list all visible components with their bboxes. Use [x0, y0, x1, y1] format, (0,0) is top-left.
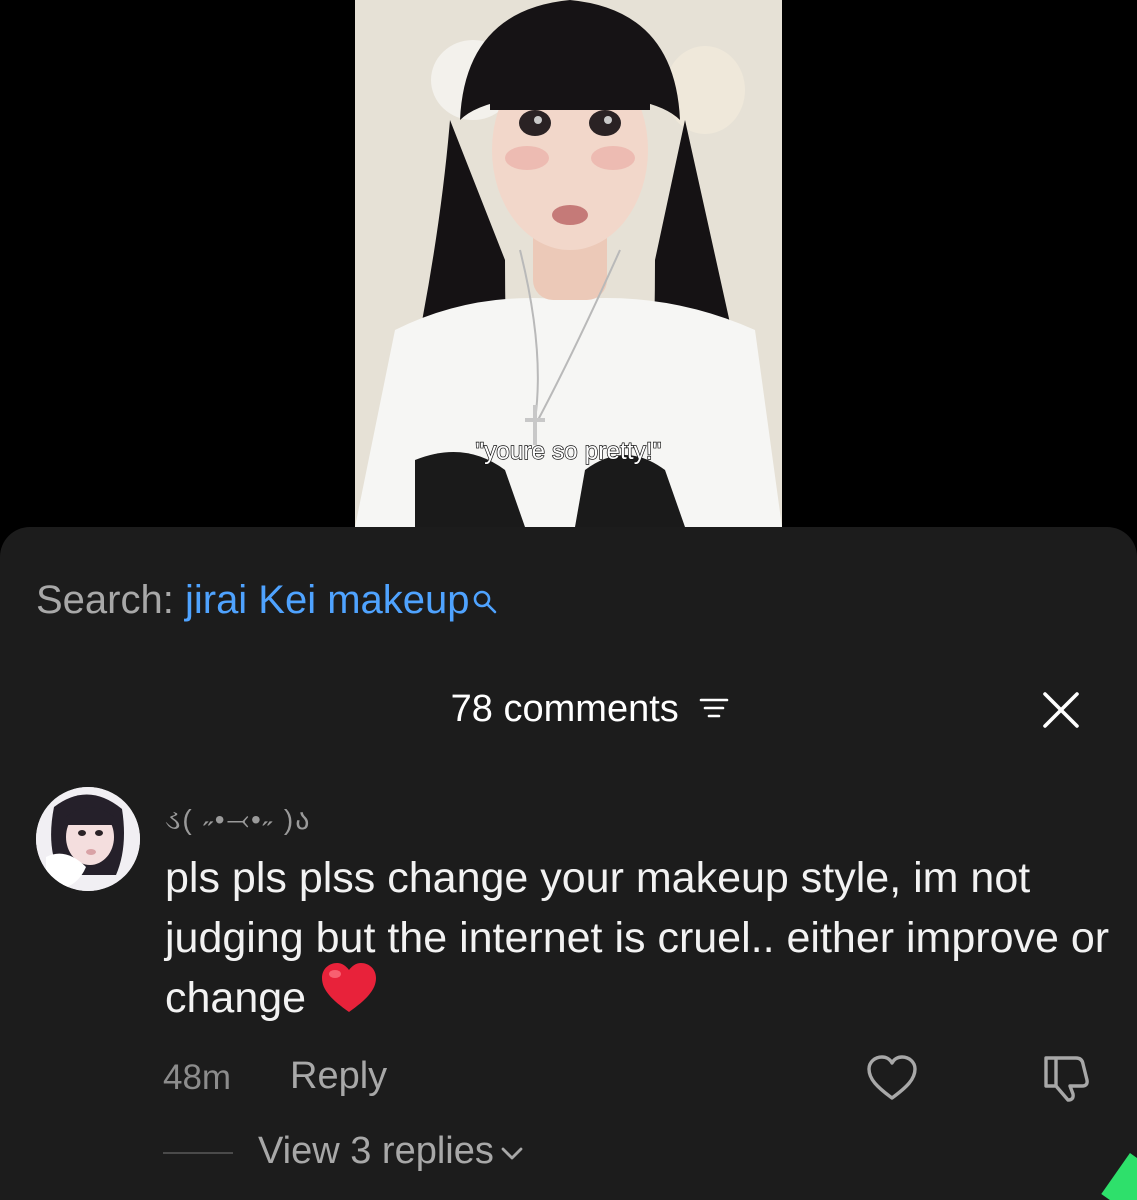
comment-text: pls pls plss change your makeup style, i…: [165, 854, 1110, 1022]
search-query-link[interactable]: jirai Kei makeup: [185, 578, 470, 622]
app-screen: "youre so pretty!" Search: jirai Kei mak…: [0, 0, 1137, 1200]
close-icon[interactable]: [1040, 689, 1082, 731]
comment-username[interactable]: ડ( ˶•⤙•˶ )ა: [165, 803, 311, 837]
heart-icon[interactable]: [866, 1054, 918, 1102]
replies-divider: [163, 1152, 233, 1154]
comments-count: 78 comments: [450, 688, 679, 730]
video-player[interactable]: "youre so pretty!": [355, 0, 782, 527]
video-caption: "youre so pretty!": [475, 437, 662, 465]
search-prefix: Search:: [36, 578, 185, 622]
avatar[interactable]: [36, 787, 140, 891]
comment-body: pls pls plss change your makeup style, i…: [165, 848, 1115, 1030]
comments-header: 78 comments: [0, 688, 1137, 731]
view-replies-label: View 3 replies: [258, 1130, 494, 1172]
reply-button[interactable]: Reply: [290, 1055, 387, 1098]
search-suggestion[interactable]: Search: jirai Kei makeup: [36, 578, 498, 625]
view-replies-button[interactable]: View 3 replies: [258, 1130, 524, 1173]
red-heart-emoji: [320, 962, 378, 1030]
comment-timestamp: 48m: [163, 1058, 232, 1097]
chevron-down-icon: [500, 1129, 524, 1172]
dislike-icon[interactable]: [1040, 1052, 1094, 1104]
search-icon: [472, 580, 498, 625]
sort-icon[interactable]: [699, 687, 729, 730]
